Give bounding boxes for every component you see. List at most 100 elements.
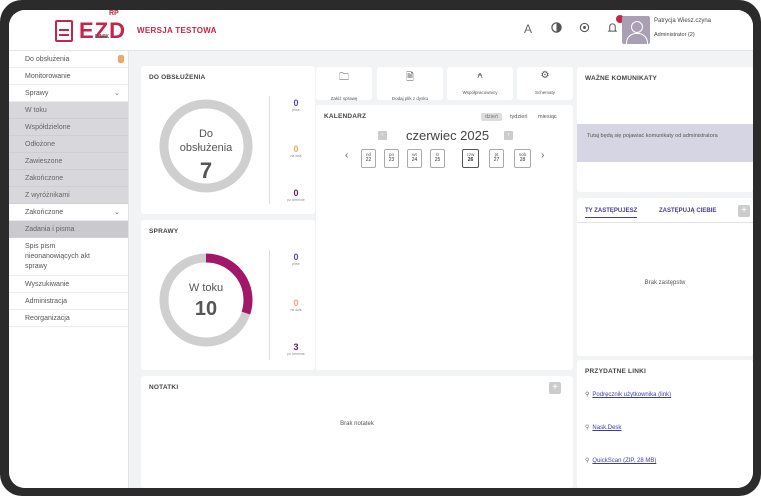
day-cell[interactable]: nd 22 [361, 149, 376, 168]
add-zastepstwo-button[interactable]: + [738, 205, 750, 217]
card-title: WAŻNE KOMUNIKATY [585, 75, 658, 82]
sidebar-item-spis-pism[interactable]: Spis pism nieonanowiących akt sprawy [9, 238, 128, 276]
view-month-tab[interactable]: miesiąc [538, 114, 557, 120]
sidebar-item-label: Monitorowanie [25, 72, 71, 80]
day-cell[interactable]: śr 25 [430, 149, 445, 168]
toolbar-icons: A [521, 15, 624, 36]
dodaj-plik-button[interactable]: 🗎 Dodaj plik z dysku [377, 67, 443, 101]
user-name[interactable]: Patrycja Wiesz.czyna [654, 18, 711, 24]
stat-na-dzis[interactable]: 0 na dziś [276, 144, 316, 158]
stat-value: 0 [293, 144, 299, 154]
view-week-tab[interactable]: tydzień [510, 114, 527, 120]
komunikaty-card: WAŻNE KOMUNIKATY Tutaj będą się pojawiać… [577, 67, 753, 192]
tile-label: Załóż sprawę [330, 96, 358, 101]
empty-state-text: Brak notatek [340, 421, 374, 427]
sidebar-item-label: Zadania i pisma [25, 225, 75, 233]
tab-zastepuja-ciebie[interactable]: ZASTĘPUJĄ CIEBIE [659, 208, 716, 214]
notification-icon[interactable] [605, 15, 624, 36]
link-label: Nask.Desk [592, 425, 622, 431]
app-logo[interactable]: EZD [55, 16, 126, 46]
stat-value: 0 [293, 298, 299, 308]
contrast-icon[interactable] [549, 22, 563, 36]
link-podrecznik[interactable]: ⚲ Podręcznik użytkownika (link) [585, 391, 671, 398]
day-number: 23 [388, 157, 395, 163]
card-title: NOTATKI [149, 384, 179, 391]
sidebar-item-do-obsluzenia[interactable]: Do obsłużenia [9, 51, 128, 68]
attention-badge [118, 55, 124, 63]
sidebar-item-sprawy[interactable]: Sprawy ⌄ [9, 85, 128, 102]
link-quickscan[interactable]: ⚲ QuickScan (ZIP, 28 MB) [585, 457, 656, 464]
logo-superscript: RP [109, 10, 119, 17]
top-bar: EZD RP NASK WERSJA TESTOWA A Patrycja Wi… [9, 10, 753, 51]
card-title: PRZYDATNE LINKI [585, 368, 647, 375]
stat-label: po terminie [287, 352, 305, 356]
ring-label-line1: W toku [188, 282, 224, 294]
version-label: WERSJA TESTOWA [137, 26, 217, 35]
sidebar-item-wyszukiwanie[interactable]: Wyszukiwanie [9, 276, 128, 293]
stat-label: pilne [292, 262, 300, 266]
day-cell[interactable]: wt 24 [407, 149, 422, 168]
day-cell[interactable]: pn 23 [384, 149, 399, 168]
sidebar: Do obsłużenia Monitorowanie Sprawy ⌄ W to… [9, 51, 129, 488]
sidebar-item-monitorowanie[interactable]: Monitorowanie [9, 68, 128, 85]
settings-icon[interactable] [577, 22, 591, 36]
stat-value: 0 [293, 252, 299, 262]
tab-ty-zastepujesz[interactable]: TY ZASTĘPUJESZ [585, 208, 638, 218]
sidebar-item-wspoldzielone[interactable]: Współdzielone [9, 119, 128, 136]
next-week-button[interactable]: › [541, 150, 544, 161]
view-day-tab[interactable]: dzień [481, 113, 503, 121]
ring-label-line2: obsłużenia [179, 142, 233, 154]
sidebar-item-label: Zakończone [25, 174, 64, 182]
sidebar-item-w-toku[interactable]: W toku [9, 102, 128, 119]
link-nask-desk[interactable]: ⚲ Nask.Desk [585, 424, 621, 431]
day-number: 24 [411, 157, 418, 163]
people-icon: ⍲ [477, 70, 483, 81]
schema-icon: ⚙ [540, 70, 550, 81]
ring-value: 10 [194, 298, 218, 320]
sidebar-item-label: Sprawy [25, 89, 49, 97]
device-frame: EZD RP NASK WERSJA TESTOWA A Patrycja Wi… [0, 0, 761, 496]
stat-po-terminie[interactable]: 0 po terminie [276, 188, 316, 202]
wspolpracownicy-button[interactable]: ⍲ Współpracownicy [447, 67, 513, 100]
logo-text: EZD [79, 18, 126, 43]
chevron-down-icon: ⌄ [114, 90, 120, 97]
month-label: czerwiec 2025 [406, 128, 490, 143]
user-role[interactable]: Administrator (2) [654, 32, 695, 38]
prev-month-button[interactable]: ‹ [378, 131, 387, 140]
sidebar-item-zadania-i-pisma[interactable]: Zadania i pisma [9, 221, 128, 238]
stat-value: 0 [293, 188, 299, 198]
avatar[interactable] [622, 16, 650, 44]
card-title: SPRAWY [149, 228, 179, 235]
link-label: Podręcznik użytkownika (link) [592, 392, 672, 398]
day-cell[interactable]: sob 28 [514, 149, 531, 168]
add-note-button[interactable]: + [549, 382, 561, 394]
sidebar-item-zakonczone-sprawy[interactable]: Zakończone [9, 170, 128, 187]
sidebar-item-zakonczone[interactable]: Zakończone ⌄ [9, 204, 128, 221]
day-cell-today[interactable]: czw 26 [462, 149, 479, 168]
tabs-divider [577, 222, 753, 223]
day-cell[interactable]: pt 27 [489, 149, 504, 168]
sidebar-item-administracja[interactable]: Administracja [9, 293, 128, 310]
komunikat-text: Tutaj będą się pojawiać komunikaty od ad… [587, 133, 718, 139]
font-size-icon[interactable]: A [521, 22, 535, 36]
sidebar-item-label: Wyszukiwanie [25, 280, 70, 288]
sidebar-item-z-wyroznikami[interactable]: Z wyróżnikami [9, 187, 128, 204]
sprawy-card: SPRAWY W toku 10 0 pilne 0 na dziś 3 po ter… [141, 220, 315, 370]
sidebar-item-odlozone[interactable]: Odłożone [9, 136, 128, 153]
stat-pilne[interactable]: 0 pilne [276, 98, 316, 112]
stat-value: 0 [293, 98, 299, 108]
zaloz-sprawe-button[interactable]: 🗀 Załóż sprawę [316, 67, 372, 101]
stat-label: na dziś [290, 154, 302, 158]
prev-week-button[interactable]: ‹ [345, 150, 348, 161]
stat-po-terminie[interactable]: 3 po terminie [276, 342, 316, 356]
sidebar-item-label: Zakończone [25, 208, 64, 216]
card-title: DO OBSŁUŻENIA [149, 74, 206, 81]
stat-na-dzis[interactable]: 0 na dziś [276, 298, 316, 312]
komunikat-banner [577, 124, 753, 162]
stat-pilne[interactable]: 0 pilne [276, 252, 316, 266]
day-number: 27 [493, 157, 500, 163]
sidebar-item-zawieszone[interactable]: Zawieszone [9, 153, 128, 170]
next-month-button[interactable]: › [504, 131, 513, 140]
schematy-button[interactable]: ⚙ Schematy [517, 67, 573, 100]
sidebar-item-reorganizacja[interactable]: Reorganizacja [9, 310, 128, 327]
